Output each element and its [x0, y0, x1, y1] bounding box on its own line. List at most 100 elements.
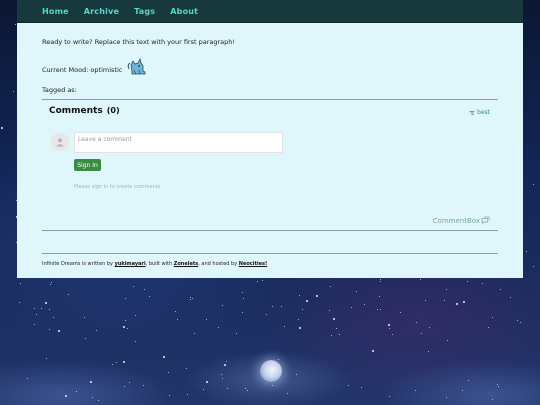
star: [491, 317, 493, 319]
footer-author-link[interactable]: yukimayari: [115, 261, 146, 267]
sort-best-button[interactable]: best: [469, 109, 490, 116]
star: [467, 280, 469, 282]
comments-title: Comments: [49, 106, 103, 116]
star: [33, 324, 35, 326]
star: [163, 355, 166, 358]
star: [299, 294, 301, 296]
star: [399, 312, 401, 314]
sort-icon: [469, 110, 475, 115]
nav-home-link[interactable]: Home: [42, 7, 69, 16]
star: [235, 332, 237, 334]
star: [492, 398, 494, 400]
star: [242, 297, 244, 299]
star: [41, 308, 43, 310]
star: [76, 390, 78, 392]
star: [193, 332, 195, 334]
mood-row: Current Mood: optimistic: [42, 55, 148, 77]
star: [462, 301, 465, 304]
sort-label: best: [477, 109, 490, 116]
star: [371, 349, 374, 352]
star: [46, 357, 48, 359]
star: [415, 322, 417, 323]
star: [225, 360, 227, 362]
star: [425, 299, 427, 301]
star: [389, 395, 391, 397]
star: [226, 387, 228, 389]
star: [34, 307, 36, 309]
star: [272, 385, 274, 387]
star: [420, 333, 422, 335]
nav-archive-link[interactable]: Archive: [84, 7, 119, 16]
user-icon: [56, 138, 64, 147]
star: [185, 367, 187, 369]
star: [148, 295, 150, 297]
star: [456, 302, 459, 305]
comment-input-placeholder: Leave a comment: [78, 136, 132, 143]
star: [221, 305, 223, 307]
star: [380, 281, 382, 283]
star: [286, 393, 288, 395]
star: [44, 302, 47, 305]
star: [414, 390, 416, 392]
top-navbar: Home Archive Tags About: [17, 0, 523, 23]
star: [53, 316, 55, 318]
star: [388, 327, 390, 329]
star: [134, 341, 136, 343]
comments-header: Comments (0): [49, 106, 120, 116]
star: [223, 364, 226, 367]
star: [262, 280, 264, 282]
star: [333, 318, 336, 321]
star: [202, 388, 204, 390]
avatar-placeholder: [51, 133, 69, 151]
star: [221, 373, 223, 375]
star: [444, 299, 446, 301]
star: [84, 338, 86, 340]
commentbox-brand-link[interactable]: CommentBox: [433, 216, 490, 225]
star: [135, 314, 137, 316]
star: [0, 127, 3, 130]
star: [271, 305, 273, 307]
star: [177, 319, 179, 321]
nav-about-link[interactable]: About: [170, 7, 198, 16]
footer-hosted-text: , and hosted by: [198, 261, 238, 267]
footer-host-link[interactable]: Neocities!: [239, 261, 267, 267]
star: [379, 279, 381, 281]
moon-image: [260, 360, 282, 382]
star: [123, 386, 125, 388]
star: [242, 311, 244, 313]
star: [482, 282, 484, 284]
star: [112, 364, 114, 366]
star: [123, 360, 126, 363]
comment-input[interactable]: Leave a comment: [74, 132, 283, 153]
star: [500, 288, 502, 290]
star: [316, 295, 319, 297]
star: [298, 318, 300, 320]
tagged-as-label: Tagged as:: [42, 86, 77, 94]
star: [95, 330, 97, 332]
star: [143, 385, 145, 387]
footer-builder-link[interactable]: Zonelets: [174, 261, 198, 267]
star: [461, 390, 463, 392]
star: [526, 250, 528, 252]
star: [125, 298, 127, 300]
current-mood-text: Current Mood: optimistic: [42, 66, 123, 74]
star: [123, 326, 126, 329]
star: [64, 394, 67, 397]
star: [328, 310, 330, 312]
star: [57, 330, 60, 333]
star: [175, 310, 177, 312]
star: [517, 320, 519, 322]
star: [295, 374, 297, 376]
star: [221, 378, 223, 380]
sign-in-button[interactable]: Sign In: [74, 159, 101, 171]
post-intro-text: Ready to write? Replace this text with y…: [42, 38, 235, 46]
commentbox-brand-label: CommentBox: [432, 216, 480, 225]
star: [20, 282, 22, 284]
comments-top-divider: [42, 99, 498, 100]
star: [298, 326, 301, 329]
commentbox-logo-icon: [481, 216, 490, 225]
star: [519, 321, 521, 323]
nav-tags-link[interactable]: Tags: [134, 7, 155, 16]
comments-count: (0): [106, 106, 120, 115]
page-container: Home Archive Tags About Ready to write? …: [17, 0, 523, 278]
